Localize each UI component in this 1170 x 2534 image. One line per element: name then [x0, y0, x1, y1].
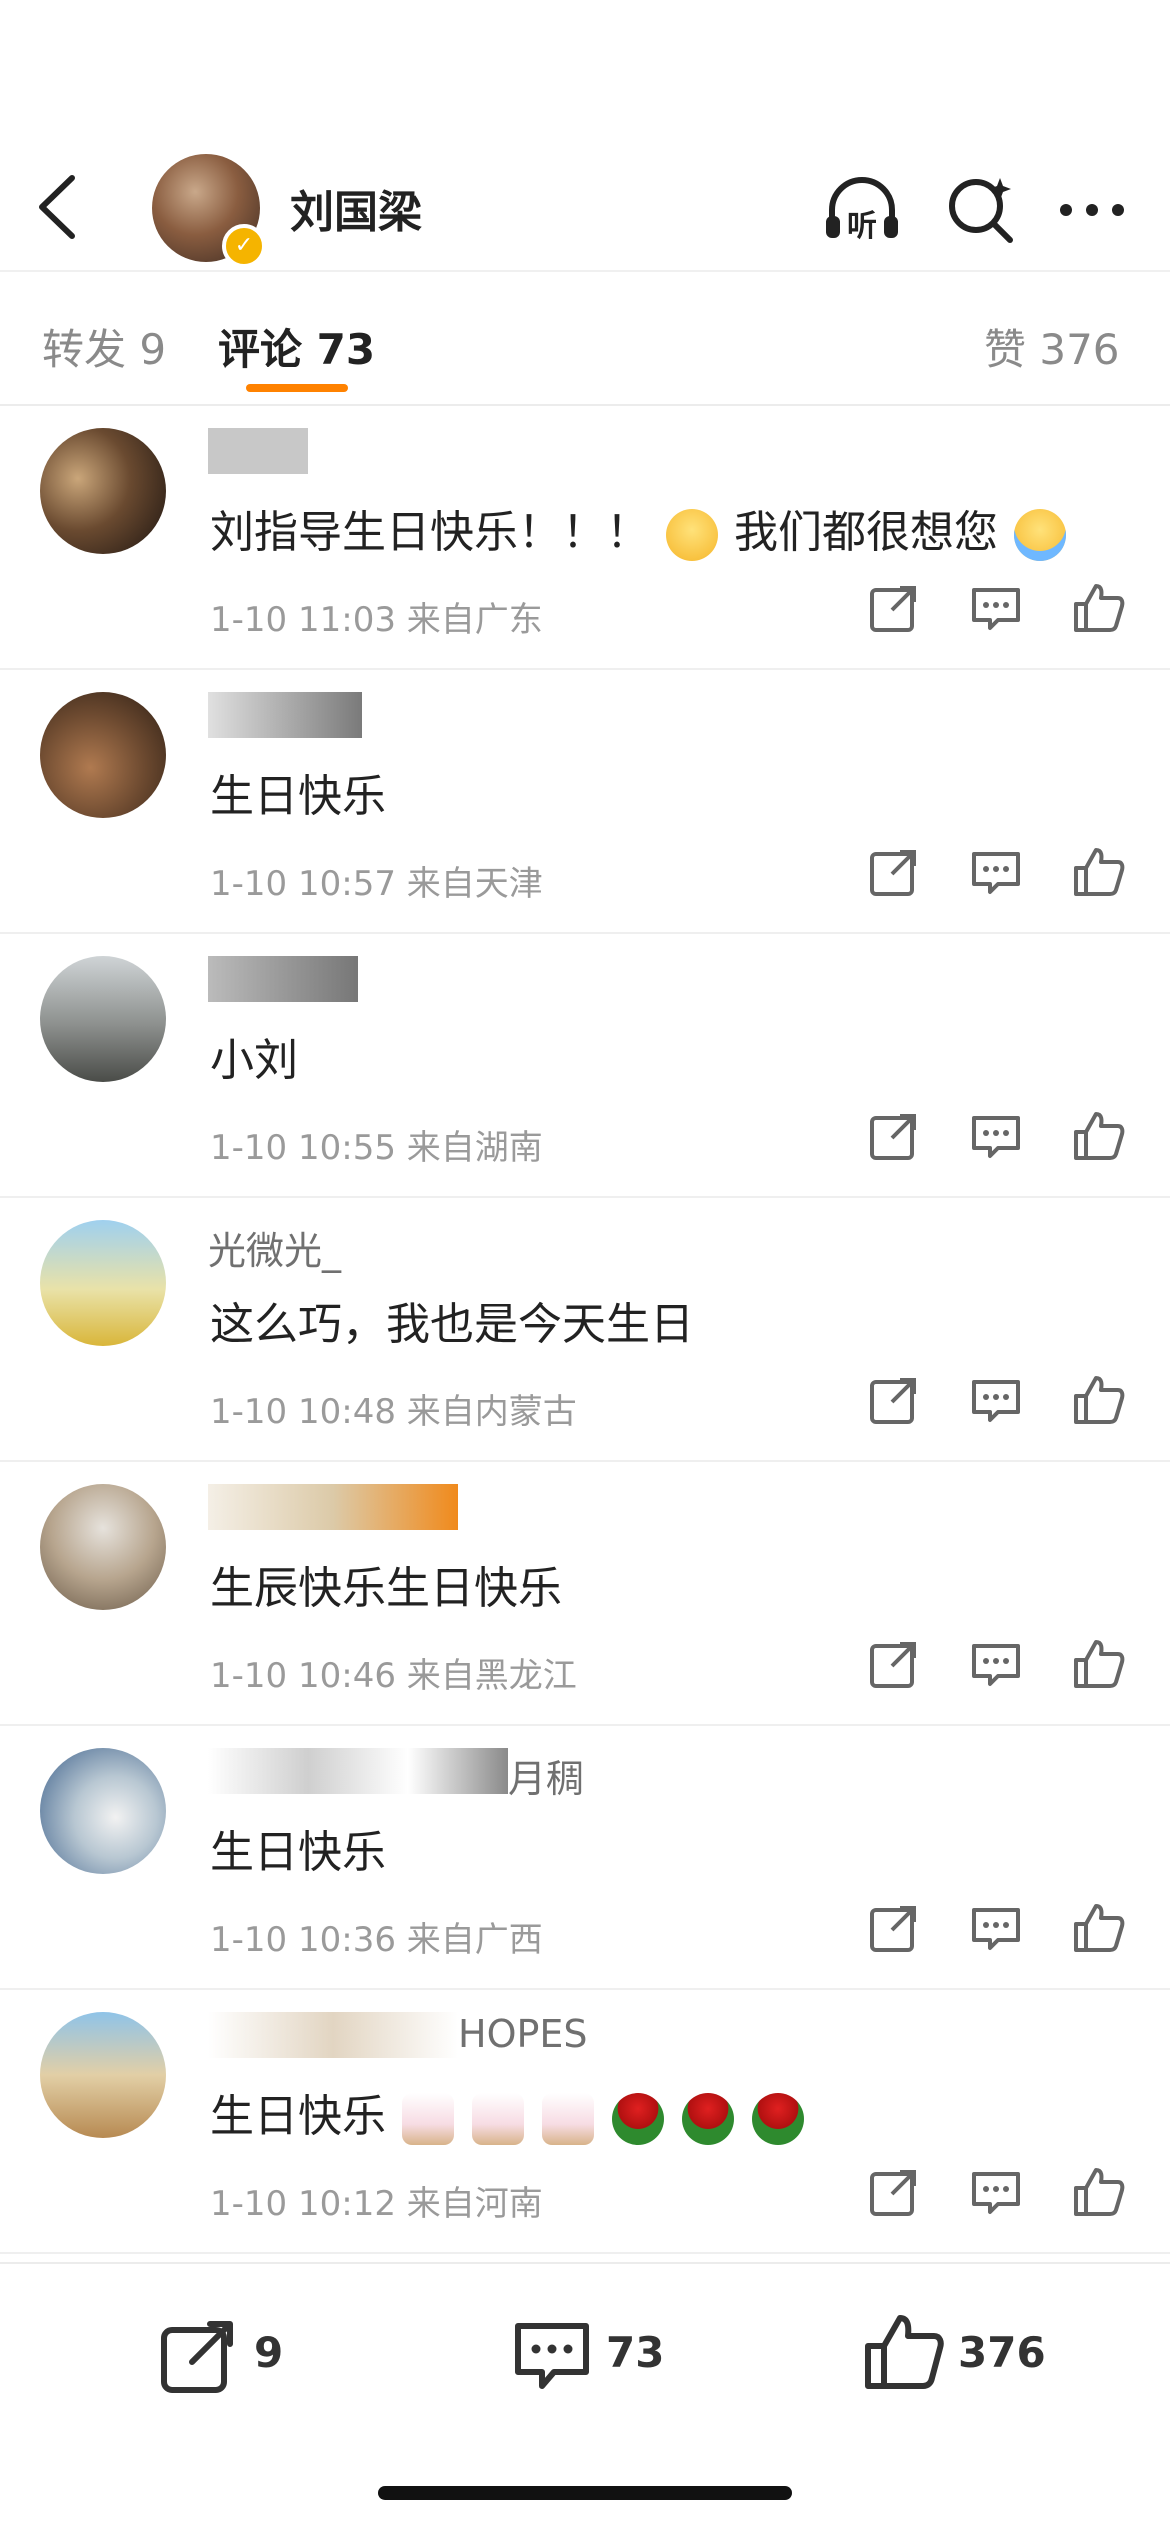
reply-icon[interactable]: [968, 1636, 1024, 1692]
rose-emoji: [612, 2093, 664, 2145]
commenter-avatar[interactable]: [40, 428, 166, 554]
bottom-action-bar: 9 73 376: [0, 2262, 1170, 2534]
comment-meta: 1-10 10:36 来自广西: [210, 1920, 543, 1960]
share-icon[interactable]: [866, 1372, 922, 1428]
like-icon[interactable]: [1070, 1900, 1126, 1956]
share-icon[interactable]: [866, 2164, 922, 2220]
comment-text: 生日快乐: [210, 771, 386, 822]
comment-count: 73: [606, 2328, 665, 2377]
like-icon[interactable]: [1070, 1372, 1126, 1428]
verified-badge-icon: ✓: [222, 224, 266, 268]
comment-item: 光微光_ 这么巧，我也是今天生日 1-10 10:48 来自内蒙古: [0, 1196, 1170, 1462]
commenter-name[interactable]: [208, 692, 362, 738]
like-icon[interactable]: [1070, 580, 1126, 636]
reply-icon[interactable]: [968, 1108, 1024, 1164]
like-count: 376: [958, 2328, 1046, 2377]
comment-text: 生日快乐: [210, 1827, 386, 1878]
rose-emoji: [682, 2093, 734, 2145]
rose-emoji: [752, 2093, 804, 2145]
share-icon[interactable]: [866, 1108, 922, 1164]
post-header: ✓ 刘国梁 听: [0, 140, 1170, 270]
comment-meta: 1-10 10:57 来自天津: [210, 864, 543, 904]
comment-text: 生日快乐: [210, 2080, 806, 2145]
comment-meta: 1-10 10:12 来自河南: [210, 2184, 543, 2224]
share-icon[interactable]: [866, 1636, 922, 1692]
share-icon[interactable]: [866, 1900, 922, 1956]
comment-item: 生日快乐 1-10 10:57 来自天津: [0, 668, 1170, 934]
share-icon[interactable]: [866, 580, 922, 636]
commenter-name[interactable]: [208, 1484, 458, 1530]
like-icon[interactable]: [1070, 1108, 1126, 1164]
commenter-name[interactable]: [208, 428, 308, 474]
tab-repost[interactable]: 转发 9: [42, 316, 166, 377]
commenter-name[interactable]: HOPES: [208, 2012, 588, 2058]
crying-face-emoji: [1014, 509, 1066, 561]
blush-face-emoji: [666, 509, 718, 561]
comment-meta: 1-10 10:48 来自内蒙古: [210, 1392, 577, 1432]
comment-meta: 1-10 10:46 来自黑龙江: [210, 1656, 577, 1696]
commenter-avatar[interactable]: [40, 692, 166, 818]
commenter-avatar[interactable]: [40, 1748, 166, 1874]
reply-icon[interactable]: [968, 1372, 1024, 1428]
comment-text: 刘指导生日快乐！！！ 我们都很想您: [210, 496, 1068, 561]
active-tab-indicator: [246, 384, 348, 392]
commenter-name[interactable]: [208, 956, 358, 1002]
comment-icon: [515, 2323, 589, 2389]
comment-meta: 1-10 10:55 来自湖南: [210, 1128, 543, 1168]
author-name[interactable]: 刘国梁: [290, 176, 422, 240]
reply-icon[interactable]: [968, 580, 1024, 636]
commenter-avatar[interactable]: [40, 956, 166, 1082]
cake-emoji: [402, 2093, 454, 2145]
tab-likes[interactable]: 赞 376: [984, 316, 1120, 377]
repost-icon: [161, 2321, 233, 2393]
comment-item: 刘指导生日快乐！！！ 我们都很想您 1-10 11:03 来自广东: [0, 404, 1170, 670]
comment-item: 月稠 生日快乐 1-10 10:36 来自广西: [0, 1724, 1170, 1990]
search-icon[interactable]: [942, 170, 1022, 250]
commenter-avatar[interactable]: [40, 1220, 166, 1346]
reply-icon[interactable]: [968, 2164, 1024, 2220]
commenter-name[interactable]: 月稠: [208, 1748, 584, 1801]
comment-text: 这么巧，我也是今天生日: [210, 1299, 694, 1350]
comment-text: 生辰快乐生日快乐: [210, 1563, 562, 1614]
home-indicator[interactable]: [378, 2486, 792, 2500]
repost-count: 9: [254, 2328, 284, 2377]
listen-label: 听: [847, 209, 877, 244]
reply-icon[interactable]: [968, 844, 1024, 900]
reply-icon[interactable]: [968, 1900, 1024, 1956]
cake-emoji: [472, 2093, 524, 2145]
comment-item: 小刘 1-10 10:55 来自湖南: [0, 932, 1170, 1198]
comment-item: 生辰快乐生日快乐 1-10 10:46 来自黑龙江: [0, 1460, 1170, 1726]
like-icon[interactable]: [1070, 844, 1126, 900]
commenter-avatar[interactable]: [40, 2012, 166, 2138]
commenter-avatar[interactable]: [40, 1484, 166, 1610]
commenter-name[interactable]: 光微光_: [208, 1220, 341, 1273]
like-icon: [865, 2315, 944, 2389]
comment-meta: 1-10 11:03 来自广东: [210, 600, 543, 640]
more-icon[interactable]: [1052, 170, 1132, 250]
share-icon[interactable]: [866, 844, 922, 900]
like-icon[interactable]: [1070, 2164, 1126, 2220]
like-icon[interactable]: [1070, 1636, 1126, 1692]
comment-text: 小刘: [210, 1035, 298, 1086]
listen-icon[interactable]: 听: [822, 170, 902, 250]
back-icon[interactable]: [28, 172, 88, 242]
tab-bar: 转发 9 评论 73 赞 376: [0, 270, 1170, 406]
comment-item: HOPES 生日快乐 1-10 10:12 来自河南: [0, 1988, 1170, 2254]
cake-emoji: [542, 2093, 594, 2145]
tab-comments[interactable]: 评论 73: [218, 316, 375, 377]
